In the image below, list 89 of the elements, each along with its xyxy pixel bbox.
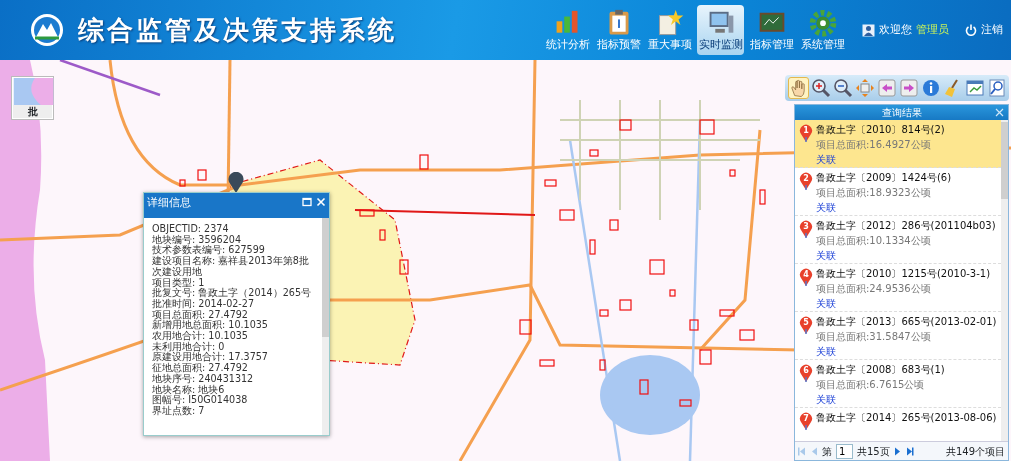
numbered-pin-icon: 6 bbox=[799, 363, 813, 383]
result-area: 项目总面积:10.1334公顷 bbox=[816, 233, 996, 248]
page-count: 共15页 bbox=[857, 444, 890, 459]
detail-line: 建设项目名称: 嘉祥县2013年第8批次建设用地 bbox=[152, 256, 310, 278]
basemap-thumbnail[interactable]: 批 bbox=[11, 76, 54, 120]
tool-button[interactable] bbox=[899, 77, 919, 99]
result-title: 鲁政土字〔2009〕1424号(6) bbox=[816, 171, 952, 185]
detail-line: 地块名称: 地块6 bbox=[152, 384, 226, 395]
last-page-icon[interactable] bbox=[905, 446, 914, 456]
map-thumbnail-icon bbox=[13, 78, 54, 105]
scrollbar[interactable] bbox=[1001, 120, 1008, 441]
numbered-pin-icon: 3 bbox=[799, 219, 813, 239]
close-icon[interactable] bbox=[995, 108, 1004, 117]
zoom-out-icon bbox=[833, 78, 853, 98]
detail-line: 批准时间: 2014-02-27 bbox=[152, 298, 256, 309]
detail-line: 技术参数表编号: 627599 bbox=[152, 245, 265, 257]
tool-button[interactable] bbox=[965, 77, 985, 99]
tool-button[interactable] bbox=[833, 77, 853, 99]
nav-tab[interactable]: 指标预警 bbox=[595, 5, 642, 55]
scrollbar[interactable] bbox=[322, 218, 329, 435]
result-title: 鲁政土字〔2012〕286号(201104b03) bbox=[816, 219, 996, 233]
result-item[interactable]: 1 鲁政土字〔2010〕814号(2) 项目总面积:16.4927公顷 关联 bbox=[795, 120, 1001, 168]
user-icon bbox=[862, 23, 875, 37]
welcome-text: 欢迎您 bbox=[879, 21, 912, 38]
logout-link[interactable]: 注销 bbox=[981, 21, 1003, 39]
extent-icon bbox=[855, 78, 875, 98]
relate-link[interactable]: 关联 bbox=[816, 154, 836, 165]
find-icon bbox=[987, 78, 1007, 98]
maximize-icon[interactable] bbox=[302, 197, 312, 207]
basemap-label: 批 bbox=[13, 105, 52, 118]
numbered-pin-icon: 7 bbox=[799, 411, 813, 431]
detail-line: 征地总面积: 27.4792 bbox=[152, 363, 249, 374]
zoom-in-icon bbox=[811, 78, 831, 98]
detail-line: 新增用地总面积: 10.1035 bbox=[152, 320, 269, 331]
result-title: 鲁政土字〔2008〕683号(1) bbox=[816, 363, 945, 377]
relate-link[interactable]: 关联 bbox=[816, 250, 836, 261]
detail-line: OBJECTID: 2374 bbox=[152, 224, 230, 235]
result-title: 鲁政土字〔2013〕665号(2013-02-01) bbox=[816, 315, 997, 329]
result-area: 项目总面积:24.9536公顷 bbox=[816, 281, 991, 296]
tool-button[interactable] bbox=[788, 77, 809, 99]
result-area: 项目总面积:6.7615公顷 bbox=[816, 377, 945, 392]
tool-button[interactable] bbox=[921, 77, 941, 99]
detail-line: 地块序号: 240431312 bbox=[152, 373, 255, 384]
popup-title: 详细信息 bbox=[147, 195, 192, 210]
tool-button[interactable] bbox=[987, 77, 1007, 99]
result-area: 项目总面积:18.9323公顷 bbox=[816, 185, 952, 200]
numbered-pin-icon: 1 bbox=[799, 123, 813, 143]
info-icon bbox=[921, 78, 941, 98]
page-label: 第 bbox=[822, 444, 832, 459]
page-field[interactable]: 1 bbox=[836, 443, 853, 459]
result-area: 项目总面积:16.4927公顷 bbox=[816, 137, 945, 152]
result-title: 鲁政土字〔2014〕265号(2013-08-06) bbox=[816, 411, 997, 425]
panel-title: 查询结果 bbox=[881, 106, 922, 120]
relate-link[interactable]: 关联 bbox=[816, 202, 836, 213]
detail-line: 未利用地合计: 0 bbox=[152, 341, 226, 353]
numbered-pin-icon: 5 bbox=[799, 315, 813, 335]
result-title: 鲁政土字〔2010〕814号(2) bbox=[816, 123, 945, 137]
tool-button[interactable] bbox=[877, 77, 897, 99]
next-page-icon[interactable] bbox=[893, 446, 902, 456]
relate-link[interactable]: 关联 bbox=[816, 394, 836, 405]
nav-tab[interactable]: 指标管理 bbox=[748, 5, 795, 55]
nav-tab[interactable]: 实时监测 bbox=[697, 5, 744, 55]
relate-link[interactable]: 关联 bbox=[816, 346, 836, 357]
tool-button[interactable] bbox=[811, 77, 831, 99]
detail-line: 地块编号: 3596204 bbox=[152, 234, 241, 246]
numbered-pin-icon: 4 bbox=[799, 267, 813, 287]
result-title: 鲁政土字〔2010〕1215号(2010-3-1) bbox=[816, 267, 991, 281]
nav-tab[interactable]: 系统管理 bbox=[799, 5, 846, 55]
nav-tab[interactable]: 重大事项 bbox=[646, 5, 693, 55]
detail-line: 项目类型: 1 bbox=[152, 277, 206, 288]
detail-line: 界址点数: 7 bbox=[152, 405, 206, 417]
result-area: 项目总面积:31.5847公顷 bbox=[816, 329, 997, 344]
detail-line: 批复文号: 鲁政土字（2014）265号 bbox=[152, 288, 312, 299]
power-icon bbox=[965, 24, 977, 36]
previous-icon bbox=[877, 78, 897, 98]
detail-line: 项目总面积: 27.4792 bbox=[152, 309, 249, 320]
edit-icon bbox=[965, 78, 985, 98]
pan-icon bbox=[789, 78, 808, 98]
detail-line: 农用地合计: 10.1035 bbox=[152, 331, 249, 342]
numbered-pin-icon: 2 bbox=[799, 171, 813, 191]
logo-icon bbox=[30, 13, 64, 47]
detail-line: 原建设用地合计: 17.3757 bbox=[152, 352, 269, 363]
relate-link[interactable]: 关联 bbox=[816, 298, 836, 309]
next-icon bbox=[899, 78, 919, 98]
item-total: 共149个项目 bbox=[945, 444, 1005, 459]
detail-line: 图幅号: I50G014038 bbox=[152, 395, 249, 406]
app-title: 综合监管及决策支持系统 bbox=[78, 13, 397, 47]
user-name: 管理员 bbox=[916, 21, 949, 38]
map-pin-icon bbox=[227, 172, 245, 194]
